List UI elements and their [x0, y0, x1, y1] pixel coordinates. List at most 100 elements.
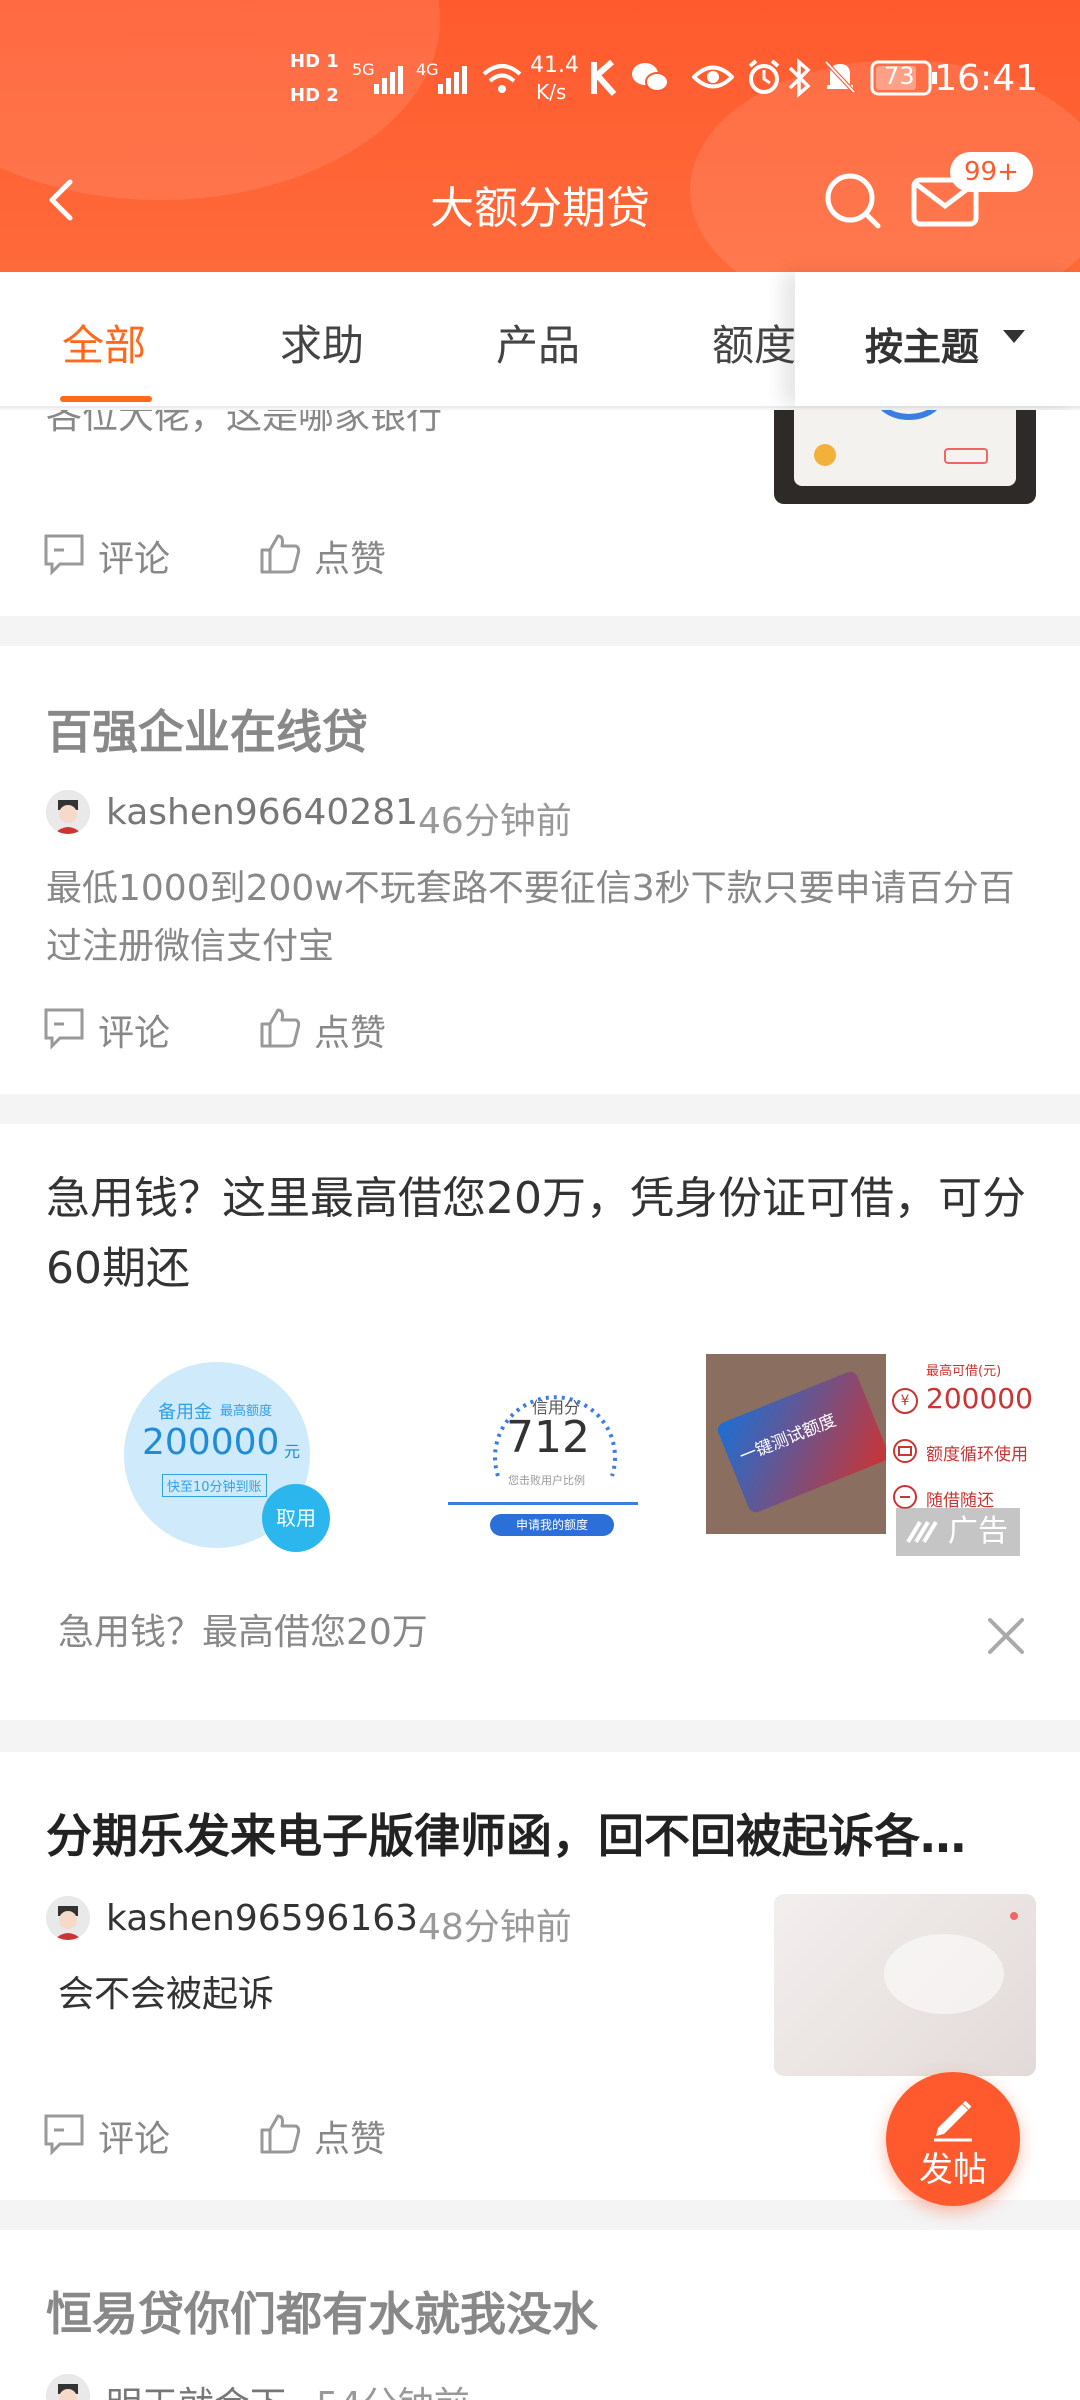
post-excerpt: 最低1000到200w不玩套路不要征信3秒下款只要申请百分百过注册微信支付宝: [46, 868, 1015, 967]
tab-help[interactable]: 求助: [280, 312, 364, 373]
phone-screen-image: [794, 410, 1016, 486]
comment-icon: [44, 1008, 84, 1050]
thumbs-up-icon: [260, 534, 301, 574]
k-app-icon: [591, 59, 617, 96]
close-icon: [988, 1618, 1024, 1654]
net-speed-value: 41.4: [530, 53, 579, 78]
caret-down-icon: [1003, 330, 1025, 343]
post-card[interactable]: 恒易贷你们都有水就我没水 明天就会下 54分钟前: [0, 2230, 1080, 2400]
post-thumbnail[interactable]: [774, 410, 1036, 504]
net-speed-unit: K/s: [536, 80, 567, 104]
signal-5g-icon: [374, 66, 403, 94]
post-meta: 明天就会下 54分钟前: [46, 2372, 746, 2400]
like-label: 点赞: [314, 539, 387, 580]
post-author[interactable]: 明天就会下: [106, 2376, 286, 2400]
new-post-button[interactable]: 发帖: [886, 2072, 1020, 2206]
post-author[interactable]: kashen96640281: [106, 792, 418, 833]
avatar[interactable]: [46, 790, 90, 834]
card-photo: 一键测试额度: [706, 1354, 886, 1534]
post-title: 恒易贷你们都有水就我没水: [46, 2287, 598, 2341]
comment-label: 评论: [98, 2119, 171, 2160]
quota-amount: 200000: [926, 1382, 1033, 1415]
post-meta: kashen96596163 48分钟前: [46, 1894, 746, 1948]
screen-button-shape: [944, 448, 988, 464]
quota-line1: 额度循环使用: [926, 1445, 1028, 1465]
comment-icon: [44, 534, 84, 576]
score-divider: [448, 1502, 638, 1505]
ad-spare-amount: 200000: [142, 1422, 280, 1463]
pencil-icon: [934, 2100, 972, 2142]
theme-filter-label: 按主题: [865, 325, 980, 369]
message-count-badge: 99+: [950, 152, 1033, 192]
repay-icon: [893, 1485, 917, 1509]
wifi-icon: [482, 64, 522, 93]
ad-spare-unit: 元: [284, 1442, 301, 1461]
ad-spare-button[interactable]: 取用: [262, 1484, 330, 1552]
score-value: 712: [506, 1412, 590, 1463]
post-title: 分期乐发来电子版律师函，回不回被起诉各…: [46, 1809, 966, 1863]
post-time: 54分钟前: [316, 2376, 470, 2400]
hd1-indicator: HD 1: [290, 51, 339, 72]
new-post-label: 发帖: [919, 2150, 987, 2190]
post-thumbnail[interactable]: [774, 1894, 1036, 2076]
tab-all[interactable]: 全部: [62, 312, 146, 373]
thumbs-up-icon: [260, 1008, 301, 1048]
post-excerpt: 各位大佬，这是哪家银行: [46, 410, 443, 437]
post-author[interactable]: kashen96596163: [106, 1898, 418, 1939]
ad-title: 急用钱？这里最高借您20万，凭身份证可借，可分60期还: [46, 1173, 1026, 1294]
like-label: 点赞: [314, 1013, 387, 1054]
clock-time: 16:41: [934, 58, 1038, 99]
ad-tag: 广告: [896, 1508, 1020, 1556]
post-time: 46分钟前: [418, 801, 572, 842]
ad-spare-note: 快至10分钟到账: [162, 1474, 267, 1497]
avatar[interactable]: [46, 1896, 90, 1940]
yen-icon: ¥: [892, 1388, 918, 1414]
post-excerpt: 会不会被起诉: [58, 1974, 275, 2015]
screen-ring-shape: [874, 410, 944, 420]
app-header: HD 1 HD 2 5G 4G 41.4 K/s 73 16:41 大额分期贷: [0, 0, 1080, 272]
tab-quota[interactable]: 额度: [712, 312, 796, 373]
mute-bell-icon: [824, 60, 856, 94]
post-card[interactable]: 各位大佬，这是哪家银行 评论 点赞: [0, 410, 1080, 616]
wechat-icon: [632, 63, 669, 92]
post-title: 百强企业在线贷: [46, 705, 368, 759]
battery-level: 73: [884, 62, 915, 90]
category-tabs: 全部 求助 产品 额度 按主题: [0, 272, 1080, 408]
search-icon: [825, 173, 881, 229]
alarm-icon: [748, 59, 780, 94]
comment-label: 评论: [98, 539, 171, 580]
post-card[interactable]: 百强企业在线贷 kashen96640281 46分钟前 最低1000到200w…: [0, 646, 1080, 1094]
thumbnail-light-shape: [884, 1934, 1004, 2014]
like-label: 点赞: [314, 2119, 387, 2160]
tab-products[interactable]: 产品: [496, 312, 580, 373]
score-apply-button[interactable]: 申请我的额度: [490, 1514, 614, 1536]
status-bar: HD 1 HD 2 5G 4G 41.4 K/s 73 16:41: [0, 40, 1080, 120]
screen-dot-shape: [814, 444, 836, 466]
search-button[interactable]: [812, 160, 892, 240]
ad-image-spare-cash[interactable]: 备用金 最高额度 200000 元 快至10分钟到账 取用: [104, 1354, 400, 1552]
post-time: 48分钟前: [418, 1907, 572, 1948]
ad-caption: 急用钱？最高借您20万: [58, 1612, 428, 1653]
avatar[interactable]: [46, 2374, 90, 2400]
ad-image-credit-score[interactable]: 信用分 712 您击败用户比例 申请我的额度: [420, 1354, 690, 1550]
ad-close-button[interactable]: [980, 1610, 1032, 1662]
comment-label: 评论: [98, 1013, 171, 1054]
ad-image-quota-card[interactable]: 一键测试额度 最高可借(元) ¥ 200000 额度循环使用 随借随还: [706, 1354, 1033, 1534]
bluetooth-icon: [788, 58, 811, 98]
ad-spare-sub: 最高额度: [220, 1404, 273, 1419]
post-meta: kashen96640281 46分钟前: [46, 788, 746, 842]
score-note: 您击败用户比例: [508, 1474, 585, 1487]
eye-icon: [692, 65, 734, 89]
thumbs-up-icon: [260, 2114, 301, 2154]
title-bar: 大额分期贷: [0, 150, 1080, 250]
quota-max-label: 最高可借(元): [926, 1364, 1002, 1379]
comment-icon: [44, 2114, 84, 2156]
active-tab-indicator: [60, 396, 152, 402]
ad-card[interactable]: 急用钱？这里最高借您20万，凭身份证可借，可分60期还 备用金 最高额度 200…: [0, 1124, 1080, 1720]
cycle-icon: [893, 1439, 917, 1463]
hd2-indicator: HD 2: [290, 85, 339, 106]
ad-spare-title: 备用金: [158, 1402, 212, 1423]
thumbnail-dot-shape: [1010, 1912, 1018, 1920]
theme-filter-dropdown[interactable]: 按主题: [795, 272, 1080, 406]
ad-tag-icon: [906, 1520, 938, 1544]
